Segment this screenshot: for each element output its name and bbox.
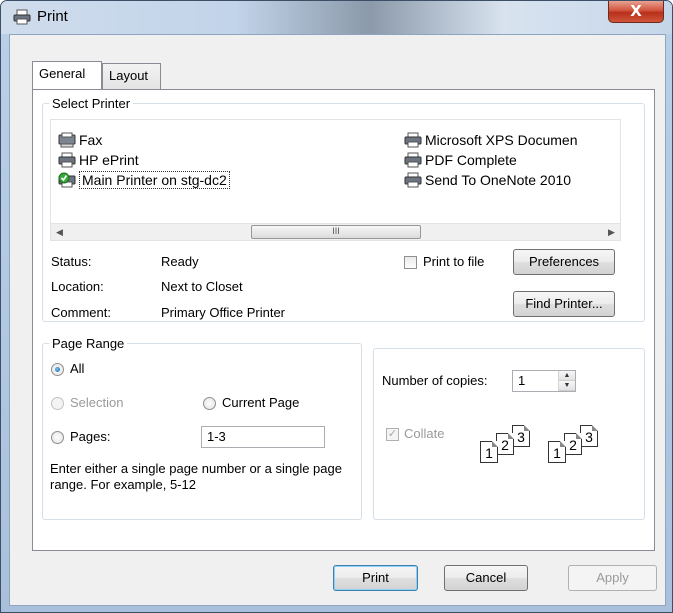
collate-illustration: 3 2 1 3 2 1 <box>478 425 638 485</box>
location-value: Next to Closet <box>161 279 243 294</box>
printer-label: Send To OneNote 2010 <box>425 172 572 188</box>
page-range-group: Page Range All Selection Current Page Pa… <box>42 336 362 520</box>
fax-icon <box>58 132 76 148</box>
page-range-hint: Enter either a single page number or a s… <box>50 461 342 492</box>
window-title: Print <box>37 8 68 25</box>
tab-general[interactable]: General <box>32 61 102 89</box>
printer-icon <box>404 152 422 168</box>
printer-label: Main Printer on stg-dc2 <box>79 171 230 189</box>
all-pages-radio[interactable] <box>51 363 64 376</box>
print-button[interactable]: Print <box>333 565 418 591</box>
network-printer-icon <box>58 172 76 188</box>
dialog-body: General Layout Select Printer Fax HP ePr… <box>9 34 666 606</box>
printer-item-main-printer[interactable]: Main Printer on stg-dc2 <box>55 170 230 190</box>
find-printer-button[interactable]: Find Printer... <box>513 291 615 317</box>
select-printer-group: Select Printer Fax HP ePrint Main Printe… <box>42 96 645 322</box>
collate-page: 1 <box>480 441 498 463</box>
location-label: Location: <box>51 279 104 294</box>
collate-page: 3 <box>580 425 598 447</box>
apply-button[interactable]: Apply <box>568 565 657 591</box>
printer-icon <box>58 152 76 168</box>
printer-item-fax[interactable]: Fax <box>55 130 102 150</box>
selection-label[interactable]: Selection <box>70 395 123 410</box>
copies-stepper[interactable]: 1 ▲ ▼ <box>512 370 576 392</box>
comment-value: Primary Office Printer <box>161 305 286 320</box>
printer-label: Microsoft XPS Documen <box>425 132 578 148</box>
selection-radio[interactable] <box>51 397 64 410</box>
pages-input-value: 1-3 <box>207 429 226 444</box>
copies-group: Number of copies: 1 ▲ ▼ ✓ Collate 3 2 1 … <box>373 348 645 520</box>
collate-page: 3 <box>512 425 530 447</box>
scrollbar-thumb[interactable]: III <box>251 225 421 239</box>
copies-label: Number of copies: <box>382 373 488 388</box>
spin-up-icon[interactable]: ▲ <box>559 371 575 381</box>
page-range-legend: Page Range <box>52 336 125 351</box>
close-icon: X <box>630 2 642 20</box>
printer-item-pdf-complete[interactable]: PDF Complete <box>401 150 517 170</box>
printer-icon <box>13 9 31 25</box>
printer-label: PDF Complete <box>425 152 517 168</box>
pages-label[interactable]: Pages: <box>70 429 110 444</box>
printer-icon <box>404 132 422 148</box>
printer-item-onenote[interactable]: Send To OneNote 2010 <box>401 170 571 190</box>
preferences-button[interactable]: Preferences <box>513 249 615 275</box>
spin-down-icon[interactable]: ▼ <box>559 381 575 391</box>
copies-value: 1 <box>518 373 526 388</box>
close-button[interactable]: X <box>608 1 664 23</box>
current-page-label[interactable]: Current Page <box>222 395 299 410</box>
cancel-button[interactable]: Cancel <box>444 565 528 591</box>
printer-item-hp-eprint[interactable]: HP ePrint <box>55 150 139 170</box>
print-to-file-checkbox[interactable] <box>404 256 417 269</box>
select-printer-legend: Select Printer <box>52 96 131 111</box>
status-value: Ready <box>161 254 199 269</box>
horizontal-scrollbar[interactable]: ◀ III ▶ <box>51 223 620 240</box>
collate-page: 1 <box>548 441 566 463</box>
print-dialog: Print X General Layout Select Printer Fa… <box>0 0 673 613</box>
printer-icon <box>404 172 422 188</box>
scroll-left-icon[interactable]: ◀ <box>51 224 68 241</box>
scroll-right-icon[interactable]: ▶ <box>603 224 620 241</box>
collate-page: 2 <box>564 433 582 455</box>
collate-page: 2 <box>496 433 514 455</box>
comment-label: Comment: <box>51 305 111 320</box>
title-bar[interactable]: Print X <box>1 1 672 34</box>
collate-checkbox[interactable]: ✓ <box>386 428 399 441</box>
current-page-radio[interactable] <box>203 397 216 410</box>
copies-spinner[interactable]: ▲ ▼ <box>558 371 575 391</box>
all-pages-label[interactable]: All <box>70 361 84 376</box>
printer-item-xps[interactable]: Microsoft XPS Documen <box>401 130 578 150</box>
print-to-file-label[interactable]: Print to file <box>423 254 484 269</box>
pages-input[interactable]: 1-3 <box>201 426 325 448</box>
tab-layout[interactable]: Layout <box>102 63 161 89</box>
printer-label: HP ePrint <box>79 152 139 168</box>
general-tab-panel: Select Printer Fax HP ePrint Main Printe… <box>32 89 655 551</box>
printer-label: Fax <box>79 132 103 148</box>
status-label: Status: <box>51 254 92 269</box>
pages-radio[interactable] <box>51 431 64 444</box>
collate-label[interactable]: Collate <box>404 426 444 441</box>
printer-list[interactable]: Fax HP ePrint Main Printer on stg-dc2 Mi… <box>50 119 621 241</box>
grip-icon: III <box>332 226 340 236</box>
